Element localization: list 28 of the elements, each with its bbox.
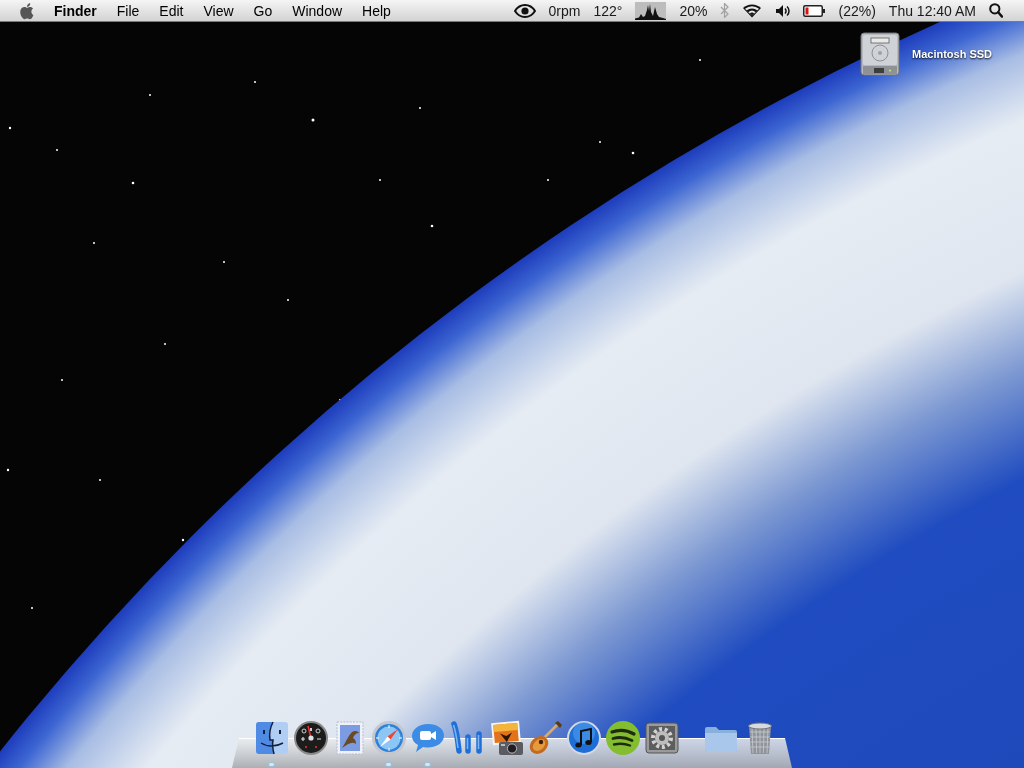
status-text: 0rpm xyxy=(548,1,581,21)
app-menu[interactable]: Finder xyxy=(44,0,107,22)
menu-item[interactable]: Help xyxy=(352,0,401,22)
menu-item[interactable]: Go xyxy=(243,0,283,22)
status-text: (22%) xyxy=(838,1,876,21)
curved-bars-icon[interactable] xyxy=(448,720,485,756)
search-icon[interactable] xyxy=(989,3,1003,18)
menu-item[interactable]: Window xyxy=(282,0,353,22)
music-note-icon[interactable] xyxy=(565,720,602,756)
status-text: 122° xyxy=(593,1,623,21)
status-text: Thu 12:40 AM xyxy=(888,1,976,21)
apple-icon[interactable] xyxy=(19,1,34,20)
drive-label[interactable]: Macintosh SSD xyxy=(912,45,993,63)
activity-graph-icon[interactable] xyxy=(635,1,667,20)
face-icon[interactable] xyxy=(253,720,290,756)
gauge-icon[interactable] xyxy=(292,720,329,756)
compass-icon[interactable] xyxy=(370,720,407,756)
gear-icon[interactable] xyxy=(643,720,680,756)
eye-icon[interactable] xyxy=(513,3,536,18)
sound-waves-icon[interactable] xyxy=(604,720,641,756)
status-text: 20% xyxy=(679,1,708,21)
menu-item[interactable]: View xyxy=(193,0,244,22)
menu-item[interactable]: File xyxy=(106,0,150,22)
speaker-icon[interactable] xyxy=(775,3,791,18)
battery-icon[interactable] xyxy=(803,4,826,17)
hard-drive-icon[interactable] xyxy=(859,30,901,78)
menu-item[interactable]: Edit xyxy=(149,0,194,22)
wifi-icon[interactable] xyxy=(742,3,763,18)
